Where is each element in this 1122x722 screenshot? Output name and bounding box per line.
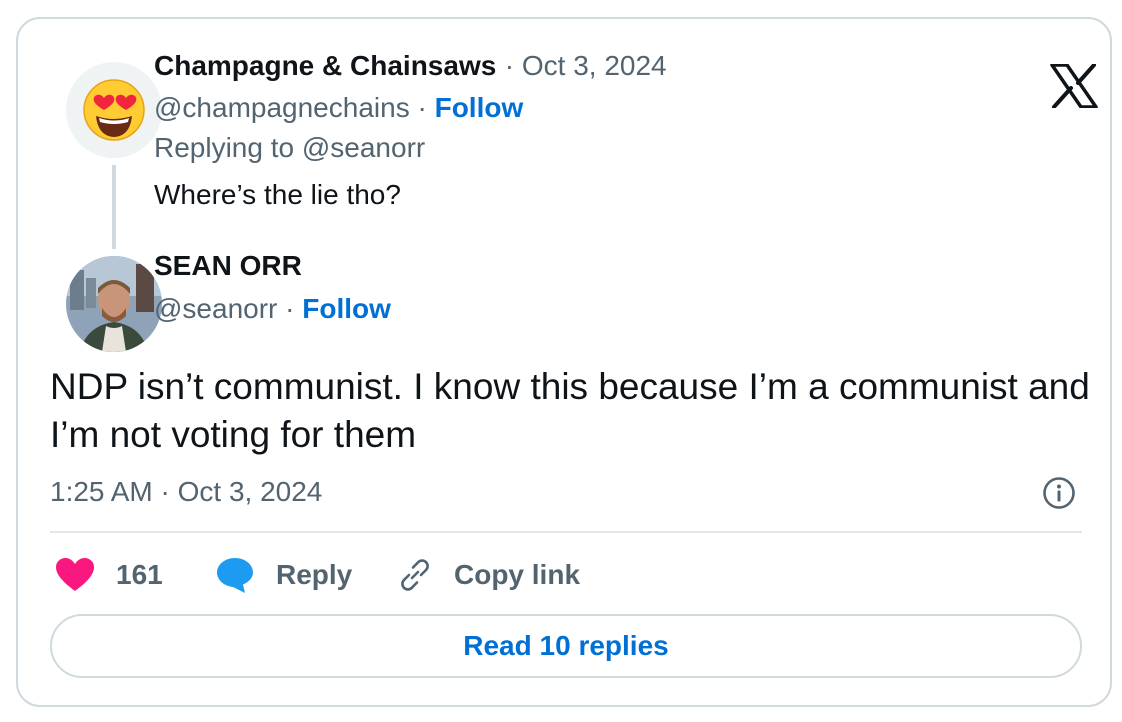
reply-separator: ·: [409, 92, 435, 123]
divider: [50, 531, 1082, 533]
main-tweet-text: NDP isn’t communist. I know this because…: [50, 366, 1090, 455]
read-replies-button[interactable]: Read 10 replies: [50, 614, 1082, 678]
link-icon: [401, 559, 429, 591]
speech-bubble-icon: [217, 558, 253, 593]
copy-link-button[interactable]: Copy link: [398, 555, 580, 595]
like-button[interactable]: 161: [56, 555, 163, 595]
reply-follow-link[interactable]: Follow: [435, 92, 524, 123]
reply-button[interactable]: Reply: [216, 555, 352, 595]
reply-label: Reply: [276, 559, 353, 590]
reply-handle-row: @champagnechains · Follow: [154, 92, 523, 124]
main-follow-link[interactable]: Follow: [302, 293, 391, 324]
copy-link-label: Copy link: [454, 559, 581, 590]
main-separator: ·: [277, 293, 303, 324]
champagne-avatar[interactable]: [66, 62, 162, 158]
main-handle[interactable]: @seanorr: [154, 293, 277, 324]
tweet-timestamp[interactable]: 1:25 AM · Oct 3, 2024: [50, 476, 322, 508]
reply-text: Where’s the lie tho?: [154, 179, 401, 210]
reply-header: Champagne & Chainsaws · Oct 3, 2024: [154, 50, 667, 82]
reply-handle[interactable]: @champagnechains: [154, 92, 410, 123]
read-replies-label: Read 10 replies: [463, 630, 669, 661]
profile-photo-icon: [66, 256, 162, 352]
thread-connector: [112, 165, 116, 249]
like-count: 161: [116, 559, 163, 590]
info-icon[interactable]: [1042, 476, 1076, 510]
reply-display-name[interactable]: Champagne & Chainsaws: [154, 50, 496, 81]
x-logo-icon[interactable]: [1050, 64, 1098, 108]
heart-eyes-emoji-icon: [83, 79, 145, 141]
embedded-tweet-card: Champagne & Chainsaws · Oct 3, 2024 @cha…: [16, 17, 1112, 707]
replying-to[interactable]: Replying to @seanorr: [154, 132, 425, 164]
main-display-name[interactable]: SEAN ORR: [154, 250, 302, 282]
sean-orr-avatar[interactable]: [66, 256, 162, 352]
reply-date[interactable]: · Oct 3, 2024: [505, 50, 667, 81]
heart-icon: [56, 558, 94, 591]
main-handle-row: @seanorr · Follow: [154, 293, 391, 325]
